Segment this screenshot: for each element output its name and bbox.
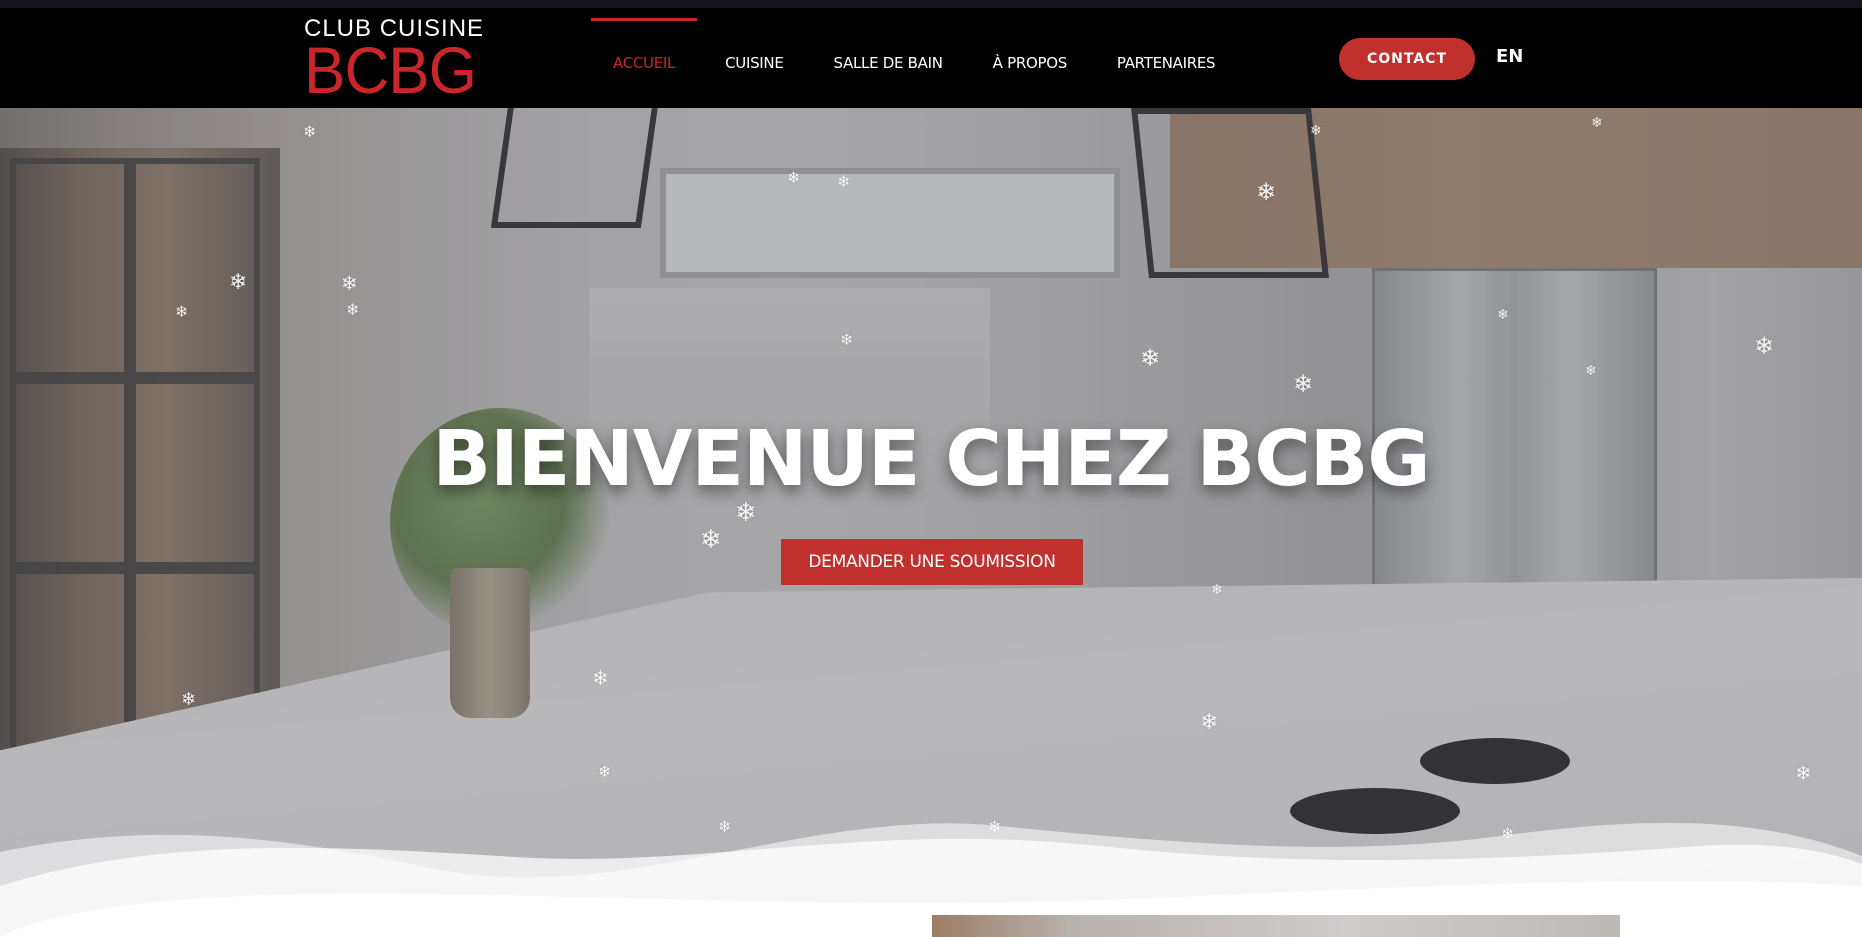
snowflake-icon: ❄ — [303, 122, 317, 141]
main-nav: ACCUEIL CUISINE SALLE DE BAIN À PROPOS P… — [591, 18, 1243, 108]
nav-item-accueil[interactable]: ACCUEIL — [591, 18, 698, 108]
snowflake-icon: ❄ — [1293, 370, 1314, 398]
snowflake-icon: ❄ — [837, 172, 851, 191]
snowflake-icon: ❄ — [840, 330, 854, 349]
hero-section: ❄ ❄ ❄ ❄ ❄ ❄ ❄ ❄ ❄ ❄ ❄ ❄ ❄ ❄ ❄ ❄ ❄ ❄ ❄ ❄ … — [0, 108, 1862, 937]
snowflake-icon: ❄ — [1754, 332, 1775, 360]
snowflake-icon: ❄ — [700, 525, 722, 555]
snowflake-icon: ❄ — [598, 762, 612, 781]
contact-button[interactable]: CONTACT — [1339, 38, 1475, 80]
nav-item-partenaires[interactable]: PARTENAIRES — [1095, 18, 1237, 108]
snowflake-icon: ❄ — [341, 271, 358, 295]
nav-item-salle-de-bain[interactable]: SALLE DE BAIN — [812, 18, 965, 108]
snowflake-icon: ❄ — [346, 300, 360, 319]
snowflake-icon: ❄ — [1256, 178, 1277, 206]
snowflake-icon: ❄ — [1310, 123, 1322, 139]
site-header: CLUB CUISINE BCBG ACCUEIL CUISINE SALLE … — [0, 8, 1862, 108]
snowflake-icon: ❄ — [229, 270, 248, 295]
logo-line2: BCBG — [304, 33, 477, 107]
snowflake-icon: ❄ — [175, 302, 189, 321]
snowflake-icon: ❄ — [787, 168, 801, 187]
snowflake-icon: ❄ — [1140, 344, 1161, 372]
nav-item-a-propos[interactable]: À PROPOS — [971, 18, 1089, 108]
snowflake-icon: ❄ — [1585, 363, 1597, 379]
snowflake-icon: ❄ — [1591, 115, 1603, 131]
nav-item-cuisine[interactable]: CUISINE — [703, 18, 805, 108]
snowflake-icon: ❄ — [592, 666, 609, 690]
snowflake-icon: ❄ — [1497, 307, 1509, 323]
content-image — [932, 915, 1620, 937]
top-strip — [0, 0, 1862, 8]
logo[interactable]: CLUB CUISINE BCBG — [304, 17, 483, 107]
snowflake-icon: ❄ — [1795, 761, 1812, 785]
request-quote-button[interactable]: DEMANDER UNE SOUMISSION — [781, 539, 1083, 585]
hero-overlay — [0, 108, 1862, 937]
language-switch[interactable]: EN — [1496, 46, 1523, 67]
snowflake-icon: ❄ — [1200, 710, 1219, 735]
snowflake-icon: ❄ — [181, 689, 197, 710]
hero-title: BIENVENUE CHEZ BCBG — [432, 415, 1430, 504]
snowflake-icon: ❄ — [1211, 582, 1223, 598]
